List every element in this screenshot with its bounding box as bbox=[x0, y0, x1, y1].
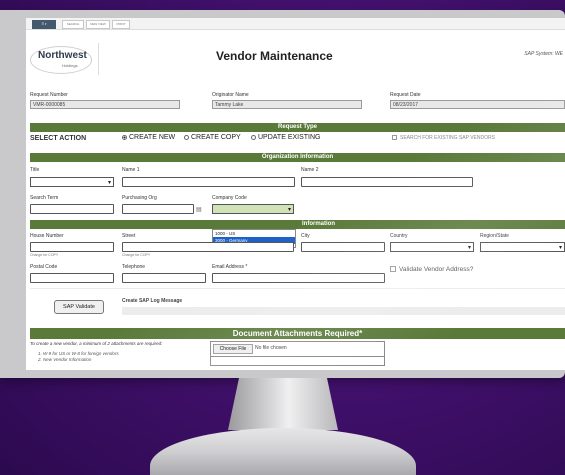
name2-label: Name 2 bbox=[301, 167, 319, 173]
region-select[interactable]: ▾ bbox=[480, 242, 565, 252]
screen: ☰ ▾ SEARCH NEW VIEW PRINT Northwest Hold… bbox=[26, 18, 565, 370]
radio-create-copy-label: CREATE COPY bbox=[191, 134, 241, 141]
city-label: City bbox=[301, 233, 310, 239]
postal-code-input[interactable] bbox=[30, 273, 114, 283]
file-list bbox=[210, 356, 385, 366]
search-term-input[interactable] bbox=[30, 204, 114, 214]
telephone-label: Telephone bbox=[122, 264, 146, 270]
no-file-label: No file chosen bbox=[255, 345, 287, 351]
new-view-button[interactable]: NEW VIEW bbox=[86, 20, 110, 29]
radio-create-copy[interactable]: CREATE COPY bbox=[184, 134, 241, 141]
name1-label: Name 1 bbox=[122, 167, 140, 173]
top-toolbar: ☰ ▾ SEARCH NEW VIEW PRINT bbox=[26, 18, 565, 30]
sap-log-field bbox=[122, 307, 565, 315]
print-button[interactable]: PRINT bbox=[112, 20, 130, 29]
file-upload[interactable]: Choose File No file chosen bbox=[210, 341, 385, 357]
search-term-label: Search Term bbox=[30, 195, 59, 201]
postal-code-label: Postal Code bbox=[30, 264, 58, 270]
monitor-frame: ☰ ▾ SEARCH NEW VIEW PRINT Northwest Hold… bbox=[0, 10, 565, 378]
attachments-bar: Document Attachments Required* bbox=[30, 328, 565, 339]
country-label: Country bbox=[390, 233, 408, 239]
validate-address-checkbox[interactable]: Validate Vendor Address? bbox=[390, 266, 473, 273]
street-input[interactable] bbox=[122, 242, 294, 252]
page-title: Vendor Maintenance bbox=[216, 49, 333, 63]
request-type-bar: Request Type bbox=[30, 123, 565, 132]
checkbox bbox=[392, 135, 397, 141]
house-number-label: House Number bbox=[30, 233, 64, 239]
radio-dot bbox=[251, 134, 256, 140]
city-input[interactable] bbox=[301, 242, 385, 252]
monitor-stand-neck bbox=[228, 378, 338, 430]
radio-update-existing-label: UPDATE EXISTING bbox=[258, 134, 321, 141]
chevron-down-icon: ▾ bbox=[287, 207, 291, 213]
company-code-label: Company Code bbox=[212, 195, 247, 201]
logo-name: Northwest bbox=[38, 50, 87, 61]
lookup-icon[interactable]: ▤ bbox=[196, 206, 202, 213]
street-label: Street bbox=[122, 233, 136, 239]
search-existing-label: SEARCH FOR EXISTING SAP VENDORS bbox=[400, 135, 495, 141]
select-action-label: SELECT ACTION bbox=[30, 135, 87, 142]
checkbox bbox=[390, 266, 396, 273]
change-for-copy-note-2: Change for COPY bbox=[122, 253, 151, 257]
screen-glare bbox=[26, 18, 565, 370]
name1-input[interactable] bbox=[122, 177, 295, 187]
chevron-down-icon: ▾ bbox=[558, 245, 562, 251]
choose-file-button[interactable]: Choose File bbox=[213, 344, 253, 354]
purchasing-org-input[interactable] bbox=[122, 204, 194, 214]
sap-system-label: SAP System: WE bbox=[524, 51, 563, 57]
sap-log-label: Create SAP Log Message bbox=[122, 298, 183, 304]
divider bbox=[30, 288, 565, 289]
originator-label: Originator Name bbox=[212, 92, 249, 98]
change-for-copy-note: Change for COPY bbox=[30, 253, 59, 257]
search-existing-checkbox[interactable]: SEARCH FOR EXISTING SAP VENDORS bbox=[392, 135, 495, 141]
chevron-down-icon: ▾ bbox=[467, 245, 471, 251]
radio-update-existing[interactable]: UPDATE EXISTING bbox=[251, 134, 321, 141]
company-code-select[interactable]: ▾ bbox=[212, 204, 294, 214]
address-info-bar: Information bbox=[30, 220, 565, 229]
logo-sub: Holdings bbox=[62, 63, 78, 68]
chevron-down-icon: ▾ bbox=[107, 180, 111, 186]
request-date-label: Request Date bbox=[390, 92, 421, 98]
company-logo: Northwest Holdings bbox=[30, 43, 99, 75]
region-label: Region/State bbox=[480, 233, 509, 239]
radio-dot bbox=[184, 134, 189, 140]
originator-field: Tammy Lake bbox=[212, 100, 362, 109]
address-info-bar-label: Information bbox=[302, 221, 335, 227]
telephone-input[interactable] bbox=[122, 273, 206, 283]
title-label: Title bbox=[30, 167, 40, 173]
email-label: Email Address * bbox=[212, 264, 248, 270]
org-info-bar: Organization Information bbox=[30, 153, 565, 162]
attachment-requirement-1: 1. W-9 for US or W-8 for foreign vendors bbox=[38, 351, 119, 356]
request-date-field: 08/23/2017 bbox=[390, 100, 565, 109]
menu-toggle-button[interactable]: ☰ ▾ bbox=[32, 20, 56, 29]
dropdown-option[interactable]: 1000 - US bbox=[213, 230, 295, 237]
request-number-field: VMR-0000085 bbox=[30, 100, 180, 109]
country-select[interactable]: ▾ bbox=[390, 242, 474, 252]
radio-create-new[interactable]: CREATE NEW bbox=[122, 134, 175, 141]
title-select[interactable]: ▾ bbox=[30, 177, 114, 187]
name2-input[interactable] bbox=[301, 177, 473, 187]
search-button[interactable]: SEARCH bbox=[62, 20, 84, 29]
request-number-label: Request Number bbox=[30, 92, 68, 98]
monitor-stand-base bbox=[150, 428, 416, 475]
attachment-requirement-2: 2. New Vendor Information bbox=[38, 357, 92, 362]
radio-dot bbox=[122, 134, 127, 140]
purchasing-org-label: Purchasing Org bbox=[122, 195, 157, 201]
validate-address-label: Validate Vendor Address? bbox=[399, 266, 474, 273]
attachments-note: To create a new vendor, a minimum of 2 a… bbox=[30, 341, 163, 346]
house-number-input[interactable] bbox=[30, 242, 114, 252]
email-input[interactable] bbox=[212, 273, 385, 283]
radio-create-new-label: CREATE NEW bbox=[129, 134, 176, 141]
sap-validate-button[interactable]: SAP Validate bbox=[54, 300, 104, 314]
